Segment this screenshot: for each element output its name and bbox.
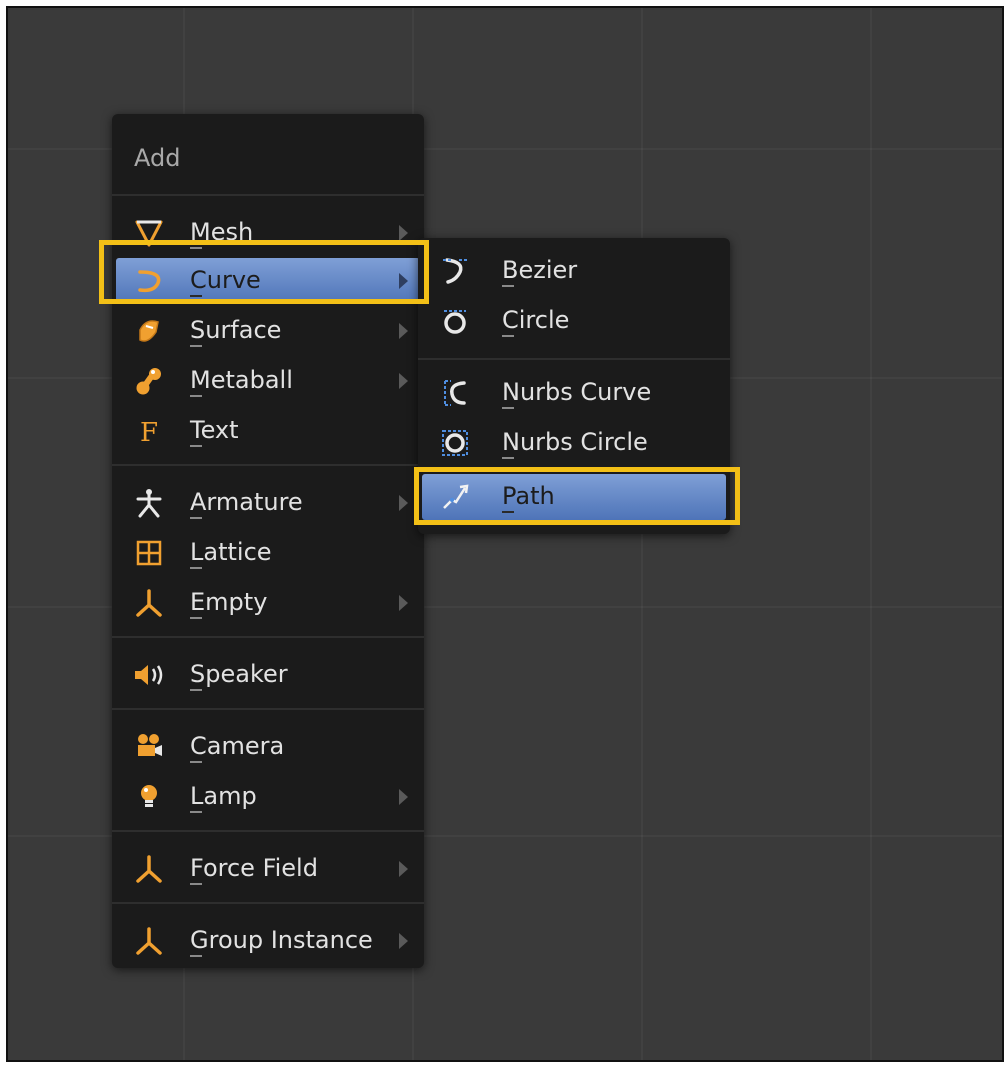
camera-icon: [132, 730, 166, 764]
menu-item-empty[interactable]: Empty: [116, 580, 420, 626]
curve-highlight-box: [99, 240, 429, 304]
metaball-icon: [132, 364, 166, 398]
submenu-arrow-icon: [399, 933, 408, 949]
surface-icon: [132, 314, 166, 348]
3d-viewport[interactable]: Add Mesh Curve Surface Metaball F Text A…: [6, 6, 1004, 1062]
menu-separator: [112, 464, 424, 466]
menu-separator: [112, 830, 424, 832]
submenu-item-label: Circle: [502, 306, 570, 334]
menu-item-surface[interactable]: Surface: [116, 308, 420, 354]
submenu-item-label: Nurbs Circle: [502, 428, 648, 456]
submenu-item-nurbs-curve[interactable]: Nurbs Curve: [422, 370, 726, 416]
path-highlight-box: [414, 467, 740, 525]
force-field-icon: [132, 852, 166, 886]
speaker-icon: [132, 658, 166, 692]
nurbs-circle-icon: [438, 426, 472, 460]
menu-separator: [112, 708, 424, 710]
submenu-item-circle[interactable]: Circle: [422, 298, 726, 344]
menu-separator: [112, 194, 424, 196]
menu-item-metaball[interactable]: Metaball: [116, 358, 420, 404]
submenu-arrow-icon: [399, 789, 408, 805]
circle-icon: [438, 304, 472, 338]
menu-item-lamp[interactable]: Lamp: [116, 774, 420, 820]
submenu-arrow-icon: [399, 595, 408, 611]
armature-icon: [132, 486, 166, 520]
menu-title: Add: [134, 144, 181, 172]
menu-item-lattice[interactable]: Lattice: [116, 530, 420, 576]
lamp-icon: [132, 780, 166, 814]
submenu-item-label: Bezier: [502, 256, 578, 284]
text-icon: F: [132, 414, 166, 448]
menu-item-group-instance[interactable]: Group Instance: [116, 918, 420, 964]
submenu-arrow-icon: [399, 495, 408, 511]
menu-item-label: Text: [190, 416, 239, 444]
submenu-arrow-icon: [399, 373, 408, 389]
group-instance-icon: [132, 924, 166, 958]
menu-separator: [112, 636, 424, 638]
menu-item-camera[interactable]: Camera: [116, 724, 420, 770]
menu-item-label: Metaball: [190, 366, 293, 394]
menu-item-label: Force Field: [190, 854, 318, 882]
menu-item-armature[interactable]: Armature: [116, 480, 420, 526]
menu-separator: [418, 358, 730, 360]
menu-item-label: Surface: [190, 316, 282, 344]
menu-item-label: Lattice: [190, 538, 272, 566]
submenu-arrow-icon: [399, 225, 408, 241]
menu-item-label: Group Instance: [190, 926, 373, 954]
menu-item-speaker[interactable]: Speaker: [116, 652, 420, 698]
menu-item-label: Armature: [190, 488, 303, 516]
submenu-item-label: Nurbs Curve: [502, 378, 652, 406]
submenu-arrow-icon: [399, 323, 408, 339]
submenu-arrow-icon: [399, 861, 408, 877]
lattice-icon: [132, 536, 166, 570]
svg-text:F: F: [140, 418, 158, 446]
submenu-item-bezier[interactable]: Bezier: [422, 248, 726, 294]
menu-item-force-field[interactable]: Force Field: [116, 846, 420, 892]
menu-item-label: Empty: [190, 588, 268, 616]
menu-item-label: Camera: [190, 732, 285, 760]
menu-item-label: Lamp: [190, 782, 257, 810]
empty-icon: [132, 586, 166, 620]
nurbs-curve-icon: [438, 376, 472, 410]
menu-item-label: Speaker: [190, 660, 288, 688]
bezier-icon: [438, 254, 472, 288]
menu-separator: [112, 902, 424, 904]
submenu-item-nurbs-circle[interactable]: Nurbs Circle: [422, 420, 726, 466]
menu-item-text[interactable]: F Text: [116, 408, 420, 454]
